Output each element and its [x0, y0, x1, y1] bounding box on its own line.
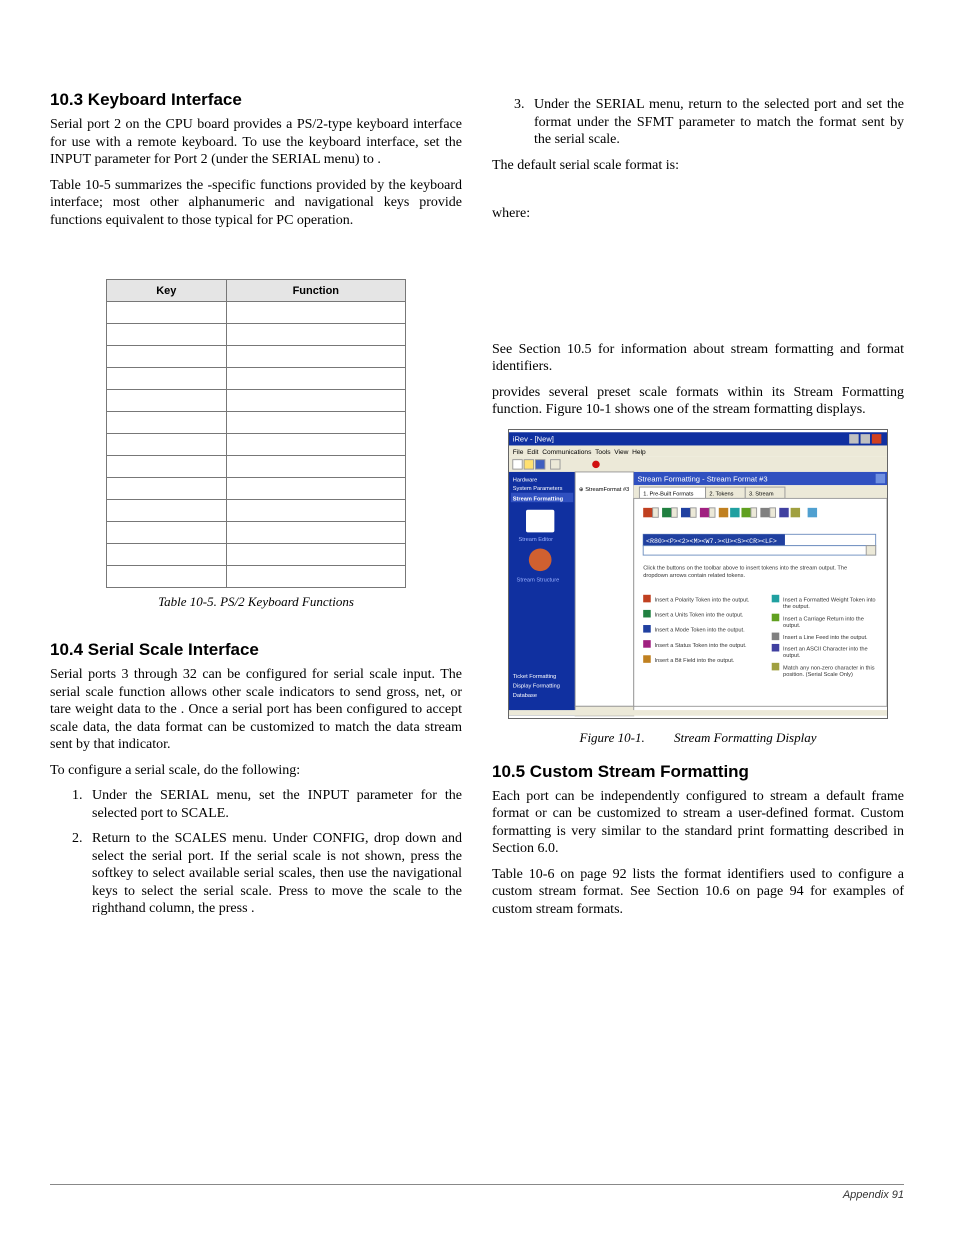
keyboard-table: Key Function [106, 279, 406, 588]
svg-text:⊕ StreamFormat #3: ⊕ StreamFormat #3 [579, 486, 629, 492]
paragraph: To configure a serial scale, do the foll… [50, 762, 462, 780]
table-row [107, 368, 406, 390]
paragraph: Serial port 2 on the CPU board provides … [50, 116, 462, 169]
svg-text:Stream Structure: Stream Structure [517, 577, 560, 583]
paragraph: Serial ports 3 through 32 can be configu… [50, 666, 462, 754]
config-steps: Under the SERIAL menu, set the INPUT par… [86, 787, 462, 918]
svg-text:Hardware: Hardware [513, 477, 538, 483]
svg-text:Insert a Polarity Token into t: Insert a Polarity Token into the output. [655, 597, 750, 603]
table-row [107, 346, 406, 368]
table-row [107, 324, 406, 346]
svg-text:1. Pre-Built Formats: 1. Pre-Built Formats [643, 491, 693, 497]
paragraph: provides several preset scale formats wi… [492, 384, 904, 419]
right-column: Under the SERIAL menu, return to the sel… [492, 90, 904, 926]
table-row [107, 566, 406, 588]
section-heading-10-3: 10.3 Keyboard Interface [50, 90, 462, 110]
svg-text:2. Tokens: 2. Tokens [709, 491, 733, 497]
table-row [107, 412, 406, 434]
svg-text:Display Formatting: Display Formatting [513, 683, 560, 689]
table-row [107, 434, 406, 456]
figure-caption: Figure 10-1. Stream Formatting Display [492, 730, 904, 746]
svg-text:Database: Database [513, 692, 537, 698]
page-footer: Appendix 91 [50, 1184, 904, 1201]
figure-10-1: iRev - [New] File Edit Communications To… [492, 429, 904, 746]
table-header-function: Function [226, 280, 405, 302]
stream-formatting-screenshot: iRev - [New] File Edit Communications To… [508, 429, 888, 719]
table-row [107, 302, 406, 324]
svg-text:File Edit Communications To: File Edit Communications Tools View Help [513, 448, 646, 455]
svg-text:Insert a Bit Field into the ou: Insert a Bit Field into the output. [655, 657, 735, 663]
paragraph: See Section 10.5 for information about s… [492, 341, 904, 376]
svg-text:Insert a Mode Token into the o: Insert a Mode Token into the output. [655, 627, 746, 633]
paragraph: Table 10-5 summarizes the -specific func… [50, 177, 462, 230]
paragraph: Table 10-6 on page 92 lists the format i… [492, 866, 904, 919]
table-caption: Table 10-5. PS/2 Keyboard Functions [50, 594, 462, 610]
table-row [107, 544, 406, 566]
svg-text:Stream Editor: Stream Editor [518, 536, 553, 542]
svg-text:iRev - [New]: iRev - [New] [513, 434, 554, 443]
svg-text:Stream Formatting - Stream For: Stream Formatting - Stream Format #3 [638, 474, 768, 483]
table-row [107, 478, 406, 500]
svg-text:System Parameters: System Parameters [513, 485, 563, 491]
step-3: Under the SERIAL menu, return to the sel… [528, 96, 904, 149]
table-row [107, 522, 406, 544]
table-row [107, 390, 406, 412]
svg-text:Ticket Formatting: Ticket Formatting [513, 673, 556, 679]
table-row [107, 456, 406, 478]
paragraph: Each port can be independently configure… [492, 788, 904, 858]
table-row [107, 500, 406, 522]
paragraph: where: [492, 205, 904, 223]
left-column: 10.3 Keyboard Interface Serial port 2 on… [50, 90, 462, 926]
step-1: Under the SERIAL menu, set the INPUT par… [86, 787, 462, 822]
section-heading-10-5: 10.5 Custom Stream Formatting [492, 762, 904, 782]
svg-text:3. Stream: 3. Stream [749, 491, 774, 497]
config-steps-cont: Under the SERIAL menu, return to the sel… [528, 96, 904, 149]
svg-text:<R80><P><2><M><W7.><U><S><CR><: <R80><P><2><M><W7.><U><S><CR><LF> [646, 536, 777, 544]
section-heading-10-4: 10.4 Serial Scale Interface [50, 640, 462, 660]
svg-text:Insert a Units Token into the: Insert a Units Token into the output. [655, 612, 744, 618]
footer-right: Appendix 91 [843, 1189, 904, 1201]
step-2: Return to the SCALES menu. Under CONFIG,… [86, 830, 462, 918]
svg-text:Stream Formatting: Stream Formatting [513, 496, 564, 502]
svg-text:Insert a Status Token into the: Insert a Status Token into the output. [655, 642, 747, 648]
svg-text:Insert a Line Feed into the ou: Insert a Line Feed into the output. [783, 635, 868, 641]
table-header-key: Key [107, 280, 227, 302]
paragraph: The default serial scale format is: [492, 157, 904, 175]
